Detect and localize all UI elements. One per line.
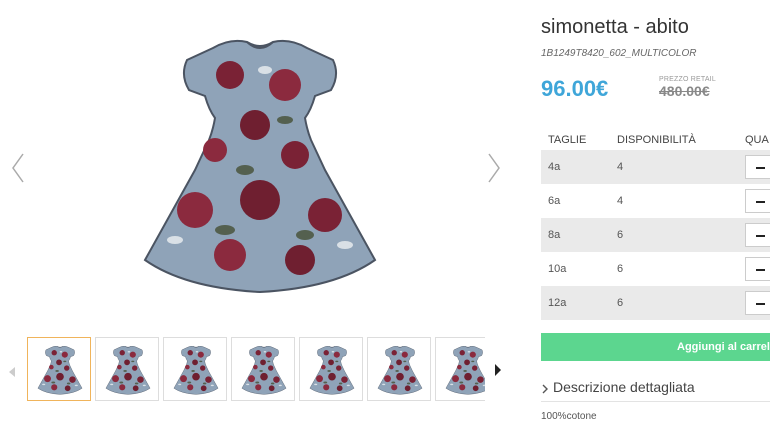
table-row: 6a 4 [541,184,770,218]
retail-price-label: PREZZO RETAIL [659,76,716,83]
triangle-left-icon[interactable] [8,364,16,377]
add-to-cart-label: Aggiungi al carrello [677,341,770,353]
minus-icon[interactable] [745,223,770,247]
chevron-right-icon[interactable] [484,150,504,186]
product-price: 96.00€ [541,76,609,101]
table-row: 8a 6 [541,218,770,252]
product-title: simonetta - abito [541,16,689,38]
thumbnail-5[interactable] [299,337,363,401]
size-value: 10a [548,263,567,275]
header-availability: DISPONIBILITÀ [617,134,696,146]
minus-icon[interactable] [745,291,770,315]
product-info: simonetta - abito 1B1249T8420_602_MULTIC… [541,0,770,439]
description-toggle[interactable]: Descrizione dettagliata [541,376,770,402]
availability-value: 6 [617,297,624,309]
triangle-right-icon[interactable] [494,363,502,376]
thumbnail-4[interactable] [231,337,295,401]
add-to-cart-button[interactable]: Aggiungi al carrello [541,333,770,361]
availability-value: 4 [617,161,624,173]
description-text: 100%cotone [541,411,597,422]
thumbnail-2[interactable] [95,337,159,401]
table-row: 10a 6 [541,252,770,286]
sizes-table-header: TAGLIE DISPONIBILITÀ QUA [541,128,770,150]
minus-icon[interactable] [745,257,770,281]
availability-value: 6 [617,263,624,275]
size-value: 6a [548,195,561,207]
table-row: 4a 4 [541,150,770,184]
availability-value: 6 [617,229,624,241]
header-quantity: QUA [745,134,769,146]
product-sku: 1B1249T8420_602_MULTICOLOR [541,48,697,59]
product-gallery [0,0,520,439]
size-value: 8a [548,229,561,241]
chevron-left-icon[interactable] [8,150,28,186]
chevron-right-icon [541,382,549,398]
sizes-table: TAGLIE DISPONIBILITÀ QUA 4a 4 6a 4 8a 6 … [541,128,770,320]
minus-icon[interactable] [745,155,770,179]
header-size: TAGLIE [548,134,587,146]
thumbnail-7[interactable] [435,337,485,401]
retail-price: 480.00€ [659,83,710,99]
thumbnail-6[interactable] [367,337,431,401]
table-row: 12a 6 [541,286,770,320]
minus-icon[interactable] [745,189,770,213]
product-main-image [135,30,385,300]
thumbnail-carousel [4,337,512,403]
availability-value: 4 [617,195,624,207]
thumbnail-strip [27,337,485,403]
size-value: 4a [548,161,561,173]
size-value: 12a [548,297,567,309]
description-heading: Descrizione dettagliata [553,379,695,395]
thumbnail-1[interactable] [27,337,91,401]
thumbnail-3[interactable] [163,337,227,401]
